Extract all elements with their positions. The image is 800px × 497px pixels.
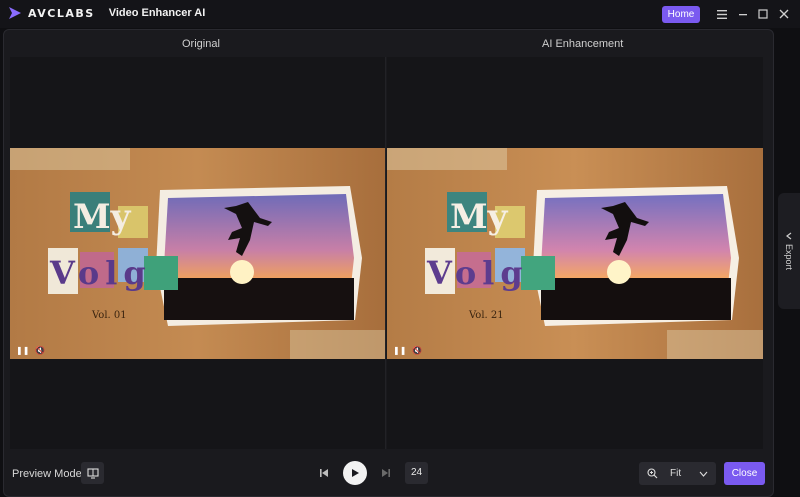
export-tab[interactable]: Export (778, 193, 800, 309)
play-button[interactable] (343, 461, 367, 485)
export-label: Export (784, 243, 794, 270)
app-logo: AVCLABS Video Enhancer AI (8, 6, 205, 20)
chevron-left-icon (786, 232, 792, 240)
minimize-icon[interactable] (736, 7, 750, 21)
skip-back-icon (320, 469, 328, 477)
skip-forward-icon (382, 469, 390, 477)
title-letters-volg-enhanced: Volg (426, 254, 529, 292)
enhanced-video[interactable]: My Volg Vol. 21 ❚❚ 🔇 (387, 148, 763, 359)
chevron-down-icon (699, 471, 708, 477)
preview-mode-label: Preview Mode (12, 468, 82, 480)
title-letters-my: My (73, 197, 132, 237)
title-letters-volg: Volg (49, 254, 152, 292)
original-pane: My Volg Vol. 01 ❚❚ 🔇 (10, 57, 386, 449)
next-frame-button[interactable] (379, 462, 393, 484)
monitor-icon (86, 467, 99, 479)
home-button[interactable]: Home (662, 6, 700, 23)
vol-caption: Vol. 01 (91, 310, 127, 321)
title-bar: AVCLABS Video Enhancer AI Home (0, 0, 800, 28)
frame-counter[interactable]: 24 (405, 462, 428, 484)
original-title: Original (182, 38, 220, 50)
enhanced-pane: My Volg Vol. 21 ❚❚ 🔇 (387, 57, 763, 449)
maximize-icon[interactable] (756, 7, 770, 21)
zoom-in-icon (647, 468, 658, 479)
vol-caption-enhanced: Vol. 21 (468, 310, 504, 321)
close-window-icon[interactable] (777, 7, 791, 21)
close-button[interactable]: Close (724, 462, 765, 485)
original-video[interactable]: My Volg Vol. 01 ❚❚ 🔇 (10, 148, 386, 359)
play-icon (352, 469, 359, 477)
menu-icon[interactable] (715, 7, 729, 21)
enhanced-title: AI Enhancement (542, 38, 624, 50)
brand-name: AVCLABS (28, 6, 95, 20)
zoom-value: Fit (670, 468, 682, 479)
mute-icon[interactable]: 🔇 (35, 346, 45, 355)
video-mini-controls-enhanced: ❚❚ 🔇 (393, 346, 422, 355)
app-title: Video Enhancer AI (108, 7, 206, 19)
avclabs-logo-icon (9, 7, 21, 19)
mute-icon[interactable]: 🔇 (412, 346, 422, 355)
title-letters-my-enhanced: My (450, 197, 509, 237)
zoom-select[interactable]: Fit (639, 462, 716, 485)
pause-icon[interactable]: ❚❚ (16, 346, 29, 355)
pause-icon[interactable]: ❚❚ (393, 346, 406, 355)
previous-frame-button[interactable] (317, 462, 331, 484)
pane-divider (385, 57, 386, 449)
video-mini-controls: ❚❚ 🔇 (16, 346, 45, 355)
preview-mode-button[interactable] (81, 462, 104, 484)
